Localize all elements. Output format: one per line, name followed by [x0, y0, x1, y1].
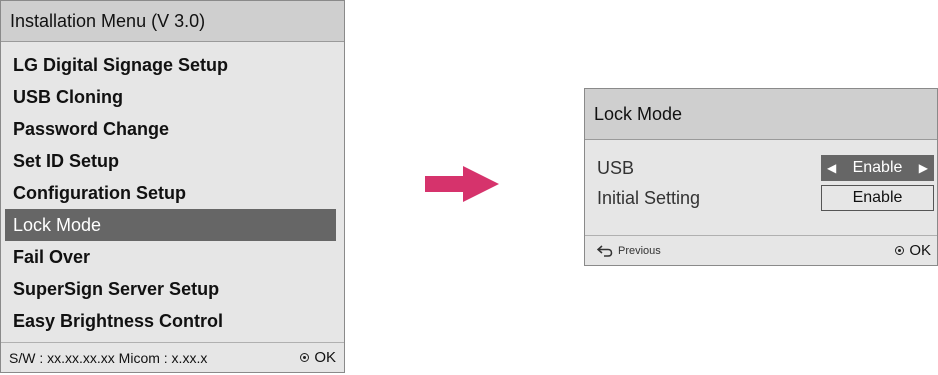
ok-circle-icon: [895, 246, 905, 255]
previous-label: Previous: [618, 244, 661, 257]
right-triangle-icon[interactable]: ▶: [919, 161, 928, 175]
initial-setting-value-selector[interactable]: Enable: [821, 185, 934, 211]
lock-mode-panel: Lock Mode USB ◀ Enable ▶ Initial Setting…: [584, 88, 938, 266]
usb-value: Enable: [852, 159, 903, 176]
ok-button[interactable]: OK: [300, 349, 336, 366]
menu-item-easy-brightness-control[interactable]: Easy Brightness Control: [5, 305, 336, 337]
installation-menu-title: Installation Menu (V 3.0): [1, 1, 344, 42]
menu-item-supersign-server-setup[interactable]: SuperSign Server Setup: [5, 273, 336, 305]
menu-item-set-id-setup[interactable]: Set ID Setup: [5, 145, 336, 177]
back-arrow-icon: [597, 244, 613, 257]
left-triangle-icon[interactable]: ◀: [827, 161, 836, 175]
installation-menu-footer: S/W : xx.xx.xx.xx Micom : x.xx.x OK: [1, 342, 344, 372]
previous-button[interactable]: Previous: [597, 245, 661, 257]
initial-setting-value: Enable: [852, 189, 903, 206]
usb-setting-row: USB ◀ Enable ▶: [597, 155, 937, 181]
menu-item-lg-digital-signage-setup[interactable]: LG Digital Signage Setup: [5, 49, 336, 81]
menu-item-lock-mode[interactable]: Lock Mode: [5, 209, 336, 241]
menu-item-configuration-setup[interactable]: Configuration Setup: [5, 177, 336, 209]
menu-item-password-change[interactable]: Password Change: [5, 113, 336, 145]
menu-item-fail-over[interactable]: Fail Over: [5, 241, 336, 273]
menu-item-usb-cloning[interactable]: USB Cloning: [5, 81, 336, 113]
usb-value-selector[interactable]: ◀ Enable ▶: [821, 155, 934, 181]
installation-menu-list: LG Digital Signage Setup USB Cloning Pas…: [5, 49, 336, 337]
installation-menu-panel: Installation Menu (V 3.0) LG Digital Sig…: [0, 0, 345, 373]
right-arrow-icon: [425, 166, 499, 202]
lock-ok-button[interactable]: OK: [895, 242, 931, 259]
initial-setting-row: Initial Setting Enable: [597, 185, 937, 211]
lock-ok-label: OK: [909, 242, 931, 259]
lock-mode-footer: Previous OK: [585, 235, 937, 265]
lock-mode-title: Lock Mode: [585, 89, 937, 140]
version-info: S/W : xx.xx.xx.xx Micom : x.xx.x: [9, 349, 208, 366]
ok-circle-icon: [300, 353, 310, 362]
ok-label: OK: [314, 349, 336, 366]
